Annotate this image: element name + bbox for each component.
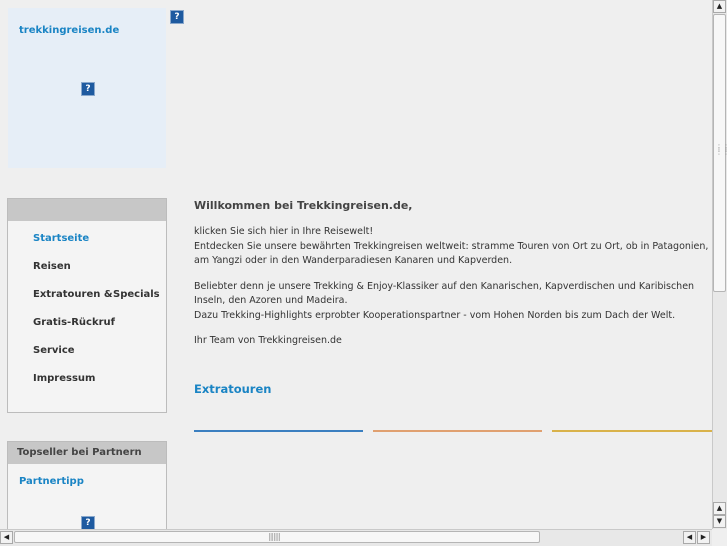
scroll-up-arrow-lower[interactable]: ▲ (713, 502, 726, 515)
scroll-up-arrow[interactable]: ▲ (713, 0, 726, 13)
welcome-heading: Willkommen bei Trekkingreisen.de, (194, 199, 413, 212)
nav-item-specials[interactable]: Specials (113, 289, 160, 300)
broken-image-icon: ? (81, 82, 95, 96)
intro-line-2: Entdecken Sie unsere bewährten Trekkingr… (194, 240, 709, 267)
broken-image-icon[interactable]: ? (170, 10, 184, 24)
intro-line-1: klicken Sie sich hier in Ihre Reisewelt! (194, 226, 374, 237)
scroll-left-arrow[interactable]: ◀ (0, 531, 13, 544)
divider-line-orange (373, 430, 542, 432)
vertical-grip-icon: ⋮⋮⋮⋮⋮⋮ (715, 143, 727, 156)
horizontal-grip-icon: ||||||| (268, 532, 281, 541)
divider-line-yellow (552, 430, 712, 432)
nav-item-service[interactable]: Service (33, 345, 75, 356)
classics-paragraph: Beliebter denn je unsere Trekking & Enjo… (194, 280, 712, 324)
scroll-left-arrow-right[interactable]: ◀ (683, 531, 696, 544)
partner-box-title: Topseller bei Partnern (8, 442, 166, 464)
extratouren-heading[interactable]: Extratouren (194, 382, 271, 396)
intro-paragraph: klicken Sie sich hier in Ihre Reisewelt!… (194, 225, 712, 269)
classics-line-2: Dazu Trekking-Highlights erprobter Koope… (194, 309, 676, 321)
nav-item-reisen[interactable]: Reisen (33, 261, 71, 272)
nav-item-gratis-rueckruf[interactable]: Gratis-Rückruf (33, 317, 115, 328)
nav-item-impressum[interactable]: Impressum (33, 373, 95, 384)
scroll-down-arrow[interactable]: ▼ (713, 515, 726, 528)
classics-line-1: Beliebter denn je unsere Trekking & Enjo… (194, 280, 695, 307)
nav-header (8, 199, 166, 221)
nav-item-extratouren[interactable]: Extratouren & (33, 289, 113, 300)
signature-text: Ihr Team von Trekkingreisen.de (194, 335, 342, 346)
site-logo-link[interactable]: trekkingreisen.de (19, 25, 119, 36)
divider-line-blue (194, 430, 363, 432)
nav-item-startseite[interactable]: Startseite (33, 233, 89, 244)
broken-image-icon[interactable]: ? (81, 516, 95, 530)
partnertipp-link[interactable]: Partnertipp (19, 476, 84, 487)
scroll-right-arrow[interactable]: ▶ (697, 531, 710, 544)
main-content: Willkommen bei Trekkingreisen.de, klicke… (194, 199, 712, 360)
